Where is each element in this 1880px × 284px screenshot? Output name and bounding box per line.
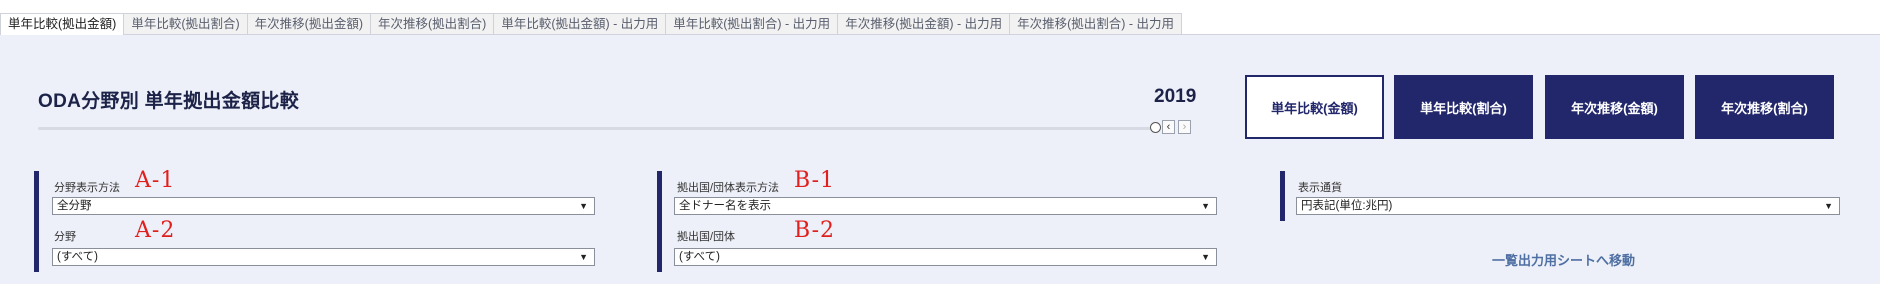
tab-annual-trend-amount-output[interactable]: 年次推移(拠出金額) - 出力用 <box>837 13 1011 34</box>
filter-panel-c-accent <box>1280 171 1285 221</box>
output-sheet-link[interactable]: 一覧出力用シートへ移動 <box>1492 250 1635 269</box>
filter-panel-b-accent <box>657 171 662 272</box>
chevron-down-icon: ▼ <box>579 201 588 211</box>
chevron-down-icon: ▼ <box>1824 201 1833 211</box>
view-annual-trend-amount-button[interactable]: 年次推移(金額) <box>1545 75 1684 139</box>
field-display-select[interactable]: 全分野 ▼ <box>52 197 595 215</box>
donor-select[interactable]: (すべて) ▼ <box>674 248 1217 266</box>
filter-panel-a-accent <box>34 171 39 272</box>
page-title: ODA分野別 単年拠出金額比較 <box>38 91 300 112</box>
tab-single-year-ratio-output[interactable]: 単年比較(拠出割合) - 出力用 <box>665 13 839 34</box>
tab-single-year-ratio[interactable]: 単年比較(拠出割合) <box>123 13 248 34</box>
year-prev-button[interactable]: ‹ <box>1162 120 1175 134</box>
year-label: 2019 <box>1154 86 1197 107</box>
chevron-down-icon: ▼ <box>579 252 588 262</box>
currency-select[interactable]: 円表記(単位:兆円) ▼ <box>1296 197 1840 215</box>
donor-label: 拠出国/団体 <box>677 231 736 243</box>
field-display-label: 分野表示方法 <box>54 182 120 194</box>
sheet-tab-bar: 単年比較(拠出金額) 単年比較(拠出割合) 年次推移(拠出金額) 年次推移(拠出… <box>0 0 1880 35</box>
field-display-value: 全分野 <box>57 200 92 212</box>
year-next-button[interactable]: › <box>1178 120 1191 134</box>
field-select[interactable]: (すべて) ▼ <box>52 248 595 266</box>
donor-display-label: 拠出国/団体表示方法 <box>677 182 780 194</box>
annotation-b2: B-2 <box>794 218 836 243</box>
year-slider-thumb[interactable] <box>1150 122 1161 133</box>
chevron-down-icon: ▼ <box>1201 201 1210 211</box>
year-slider-track[interactable] <box>38 127 1154 130</box>
annotation-a2: A-2 <box>135 218 176 243</box>
tab-single-year-amount[interactable]: 単年比較(拠出金額) <box>0 13 125 35</box>
donor-display-value: 全ドナー名を表示 <box>679 200 771 212</box>
view-annual-trend-ratio-button[interactable]: 年次推移(割合) <box>1695 75 1834 139</box>
view-single-year-amount-button[interactable]: 単年比較(金額) <box>1245 75 1384 139</box>
sheet-tabs: 単年比較(拠出金額) 単年比較(拠出割合) 年次推移(拠出金額) 年次推移(拠出… <box>0 13 1183 35</box>
currency-value: 円表記(単位:兆円) <box>1301 200 1393 212</box>
field-value: (すべて) <box>57 251 98 263</box>
donor-value: (すべて) <box>679 251 720 263</box>
currency-label: 表示通貨 <box>1298 182 1342 194</box>
tab-annual-trend-ratio-output[interactable]: 年次推移(拠出割合) - 出力用 <box>1009 13 1183 34</box>
tab-annual-trend-ratio[interactable]: 年次推移(拠出割合) <box>369 13 495 34</box>
donor-display-select[interactable]: 全ドナー名を表示 ▼ <box>674 197 1217 215</box>
chevron-down-icon: ▼ <box>1201 252 1210 262</box>
tab-single-year-amount-output[interactable]: 単年比較(拠出金額) - 出力用 <box>493 13 667 34</box>
field-label: 分野 <box>54 231 76 243</box>
annotation-b1: B-1 <box>794 168 836 193</box>
tab-annual-trend-amount[interactable]: 年次推移(拠出金額) <box>246 13 371 34</box>
view-single-year-ratio-button[interactable]: 単年比較(割合) <box>1394 75 1533 139</box>
annotation-a1: A-1 <box>135 168 176 193</box>
